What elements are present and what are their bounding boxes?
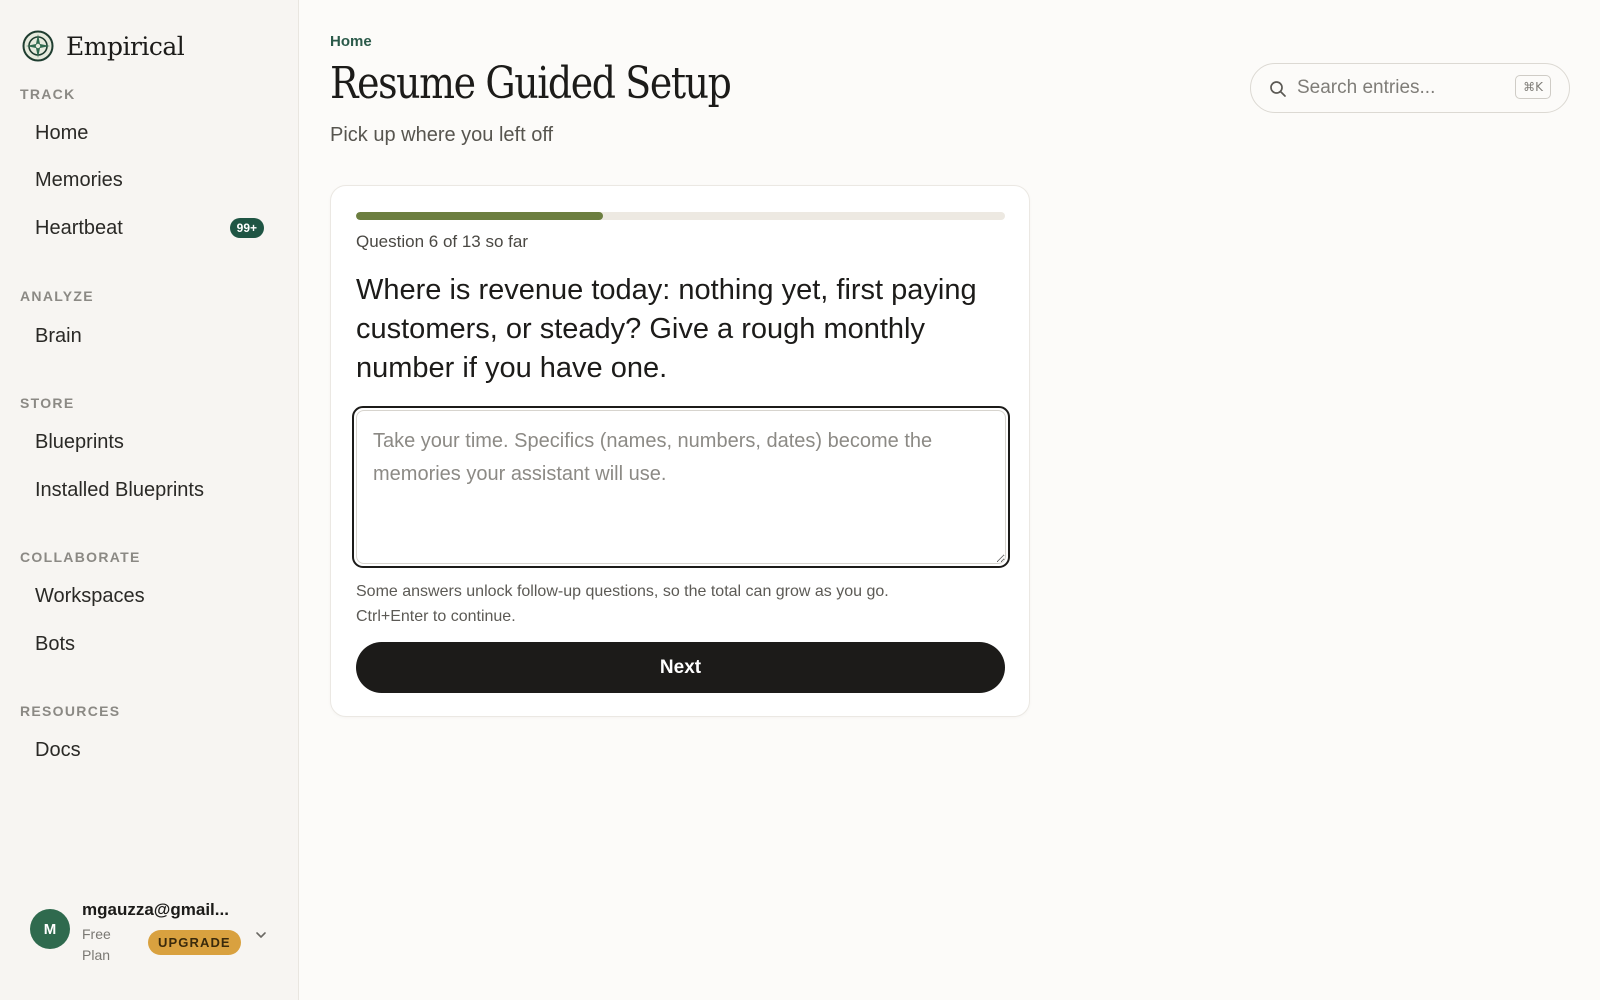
search-input[interactable] bbox=[1297, 73, 1497, 103]
sidebar-item-home[interactable]: Home bbox=[8, 112, 284, 154]
user-account[interactable]: M mgauzza@gmail... Free Plan UPGRADE bbox=[30, 900, 275, 963]
compass-emblem-icon bbox=[22, 30, 54, 62]
sidebar-item-workspaces[interactable]: Workspaces bbox=[8, 575, 284, 617]
sidebar-item-brain[interactable]: Brain bbox=[8, 315, 284, 357]
page-subtitle: Pick up where you left off bbox=[330, 124, 554, 146]
hint-line: Some answers unlock follow-up questions,… bbox=[356, 583, 889, 600]
sidebar-item-docs[interactable]: Docs bbox=[8, 729, 284, 771]
sidebar-item-label: Brain bbox=[35, 324, 82, 347]
section-label-resources: RESOURCES bbox=[20, 703, 121, 719]
sidebar-item-label: Home bbox=[35, 121, 89, 144]
section-label-collaborate: COLLABORATE bbox=[20, 549, 141, 565]
hint-text: Some answers unlock follow-up questions,… bbox=[356, 579, 1016, 629]
progress-text: Question 6 of 13 so far bbox=[356, 232, 528, 251]
search-bar[interactable]: ⌘K bbox=[1250, 63, 1570, 113]
search-icon bbox=[1270, 81, 1286, 97]
answer-field-focus-ring bbox=[352, 406, 1010, 568]
page-title: Resume Guided Setup bbox=[330, 58, 732, 109]
keyboard-shortcut-hint: ⌘K bbox=[1515, 75, 1551, 99]
answer-textarea[interactable] bbox=[356, 410, 1006, 564]
progress-bar bbox=[356, 212, 1005, 220]
sidebar-item-installed-blueprints[interactable]: Installed Blueprints bbox=[8, 469, 284, 511]
progress-bar-fill bbox=[356, 212, 603, 220]
sidebar-item-label: Heartbeat bbox=[35, 216, 123, 239]
section-label-store: STORE bbox=[20, 395, 75, 411]
sidebar-item-bots[interactable]: Bots bbox=[8, 623, 284, 665]
chevron-down-icon[interactable] bbox=[254, 928, 268, 942]
upgrade-button[interactable]: UPGRADE bbox=[148, 930, 241, 955]
question-text: Where is revenue today: nothing yet, fir… bbox=[356, 274, 977, 384]
hint-line: Ctrl+Enter to continue. bbox=[356, 608, 516, 625]
avatar: M bbox=[30, 909, 70, 949]
sidebar-item-heartbeat[interactable]: Heartbeat 99+ bbox=[8, 207, 284, 249]
breadcrumb[interactable]: Home bbox=[330, 33, 372, 50]
sidebar-item-label: Workspaces bbox=[35, 584, 145, 607]
sidebar-item-label: Docs bbox=[35, 738, 81, 761]
section-label-analyze: ANALYZE bbox=[20, 288, 94, 304]
next-button[interactable]: Next bbox=[356, 642, 1005, 693]
sidebar-item-label: Installed Blueprints bbox=[35, 478, 204, 501]
user-plan: Free Plan bbox=[82, 926, 111, 963]
user-email: mgauzza@gmail... bbox=[82, 900, 229, 919]
notification-badge: 99+ bbox=[229, 218, 264, 238]
sidebar-item-blueprints[interactable]: Blueprints bbox=[8, 421, 284, 463]
section-label-track: TRACK bbox=[20, 86, 76, 102]
sidebar: Empirical TRACK Home Memories Heartbeat … bbox=[0, 0, 299, 1000]
guided-setup-card: Question 6 of 13 so far Where is revenue… bbox=[330, 185, 1030, 717]
sidebar-item-memories[interactable]: Memories bbox=[8, 159, 284, 201]
sidebar-item-label: Blueprints bbox=[35, 430, 124, 453]
brand[interactable]: Empirical bbox=[22, 30, 185, 62]
sidebar-item-label: Memories bbox=[35, 168, 123, 191]
sidebar-item-label: Bots bbox=[35, 632, 76, 655]
brand-name: Empirical bbox=[66, 31, 185, 61]
